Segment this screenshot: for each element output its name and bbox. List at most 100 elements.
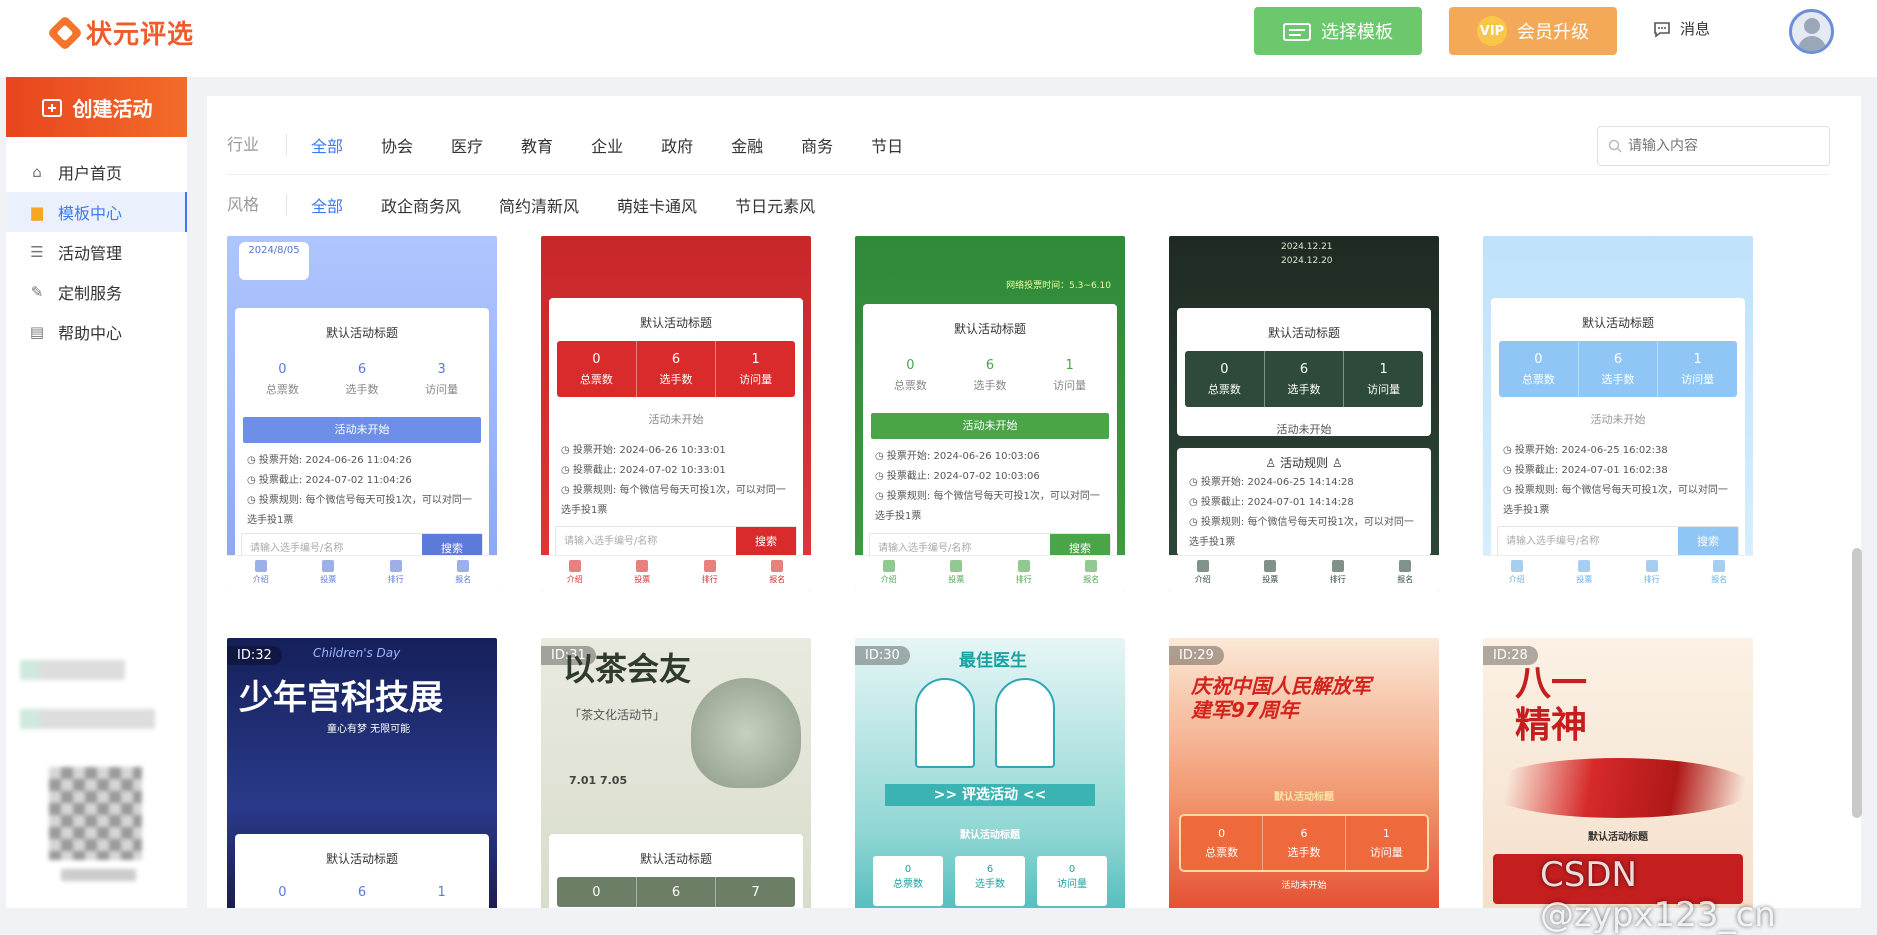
sidebar-nav: ⌂ 用户首页 ▆ 模板中心 ☰ 活动管理 ✎ 定制服务 ▤ 帮助中心 xyxy=(6,152,187,352)
activity-status: 活动未开始 xyxy=(243,417,481,443)
template-grid: 2024/8/05 默认活动标题 0 总票数 6 选手数 3 访问量 活动未开始 ◷ … xyxy=(227,236,1827,908)
template-card[interactable]: ID:32 Children's Day 少年宫科技展 童心有梦 无限可能 默认… xyxy=(227,638,497,908)
industry-option[interactable]: 全部 xyxy=(311,133,343,157)
card-body: 默认活动标题 0 总票数 6 选手数 1 访问量 活动未开始 xyxy=(1177,308,1431,436)
template-id-badge: ID:32 xyxy=(227,646,282,665)
template-card[interactable]: 2024.12.21 2024.12.20 默认活动标题 0 总票数 6 选手数 1访… xyxy=(1169,236,1439,591)
template-card[interactable]: 默认活动标题 0 总票数 6 选手数 1 访问量 活动未开始 ◷ 投票开始: 2024… xyxy=(541,236,811,591)
vote-info: ◷ 投票开始: 2024-06-26 10:03:06 ◷ 投票截止: 2024… xyxy=(875,451,1100,522)
sidebar-item-help[interactable]: ▤ 帮助中心 xyxy=(6,312,187,352)
top-header: 状元评选 选择模板 VIP 会员升级 消息 xyxy=(0,0,1877,77)
stats-row: 0 总票数 6 选手数 1 访问量 xyxy=(871,347,1109,403)
create-activity-label: 创建活动 xyxy=(72,96,153,121)
stats-row: 0 总票数 6 选手数 1 访问量 xyxy=(1185,351,1423,407)
poster-headline: 庆祝中国人民解放军建军97周年 xyxy=(1191,674,1371,722)
industry-option[interactable]: 教育 xyxy=(521,133,553,157)
teacup-illustration xyxy=(691,678,801,788)
industry-option[interactable]: 节日 xyxy=(871,133,903,157)
industry-option[interactable]: 企业 xyxy=(591,133,623,157)
messages-button[interactable]: 消息 xyxy=(1652,18,1710,39)
stat-votes: 0 xyxy=(278,361,287,377)
create-activity-button[interactable]: 创建活动 xyxy=(6,77,187,137)
player-search[interactable]: 请输入选手编号/名称 搜索 xyxy=(555,526,797,558)
logo-icon xyxy=(46,14,84,51)
sidebar-item-activity-manage[interactable]: ☰ 活动管理 xyxy=(6,232,187,272)
card-body: 默认活动标题 0 总票数 6 选手数 1 访问量 活动未开始 ◷ 投票开始: 2024… xyxy=(549,298,803,558)
stats-row: 0 总票数 6 选手数 1 访问量 xyxy=(1179,814,1429,872)
card-body: 默认活动标题 0 总票数 6 选手数 3 访问量 活动未开始 ◷ 投票开始: 2024… xyxy=(235,308,489,558)
industry-option[interactable]: 政府 xyxy=(661,133,693,157)
ribbon-decoration xyxy=(1483,758,1753,818)
style-filter: 风格 全部 政企商务风 简约清新风 萌娃卡通风 节日元素风 xyxy=(227,193,853,217)
search-input[interactable] xyxy=(1628,138,1808,154)
card-body: 默认活动标题 0 6 7 xyxy=(549,834,803,908)
doctor-illustration xyxy=(995,678,1055,768)
card-title: 默认活动标题 xyxy=(1274,792,1334,803)
user-avatar[interactable] xyxy=(1789,9,1834,54)
card-body: 默认活动标题 0 总票数 6 选手数 1 访问量 活动未开始 ◷ 投票开始: 2024… xyxy=(1491,298,1745,558)
industry-option[interactable]: 商务 xyxy=(801,133,833,157)
stat-players: 6 xyxy=(357,361,367,377)
poster-headline: 少年宫科技展 xyxy=(239,678,443,718)
card-title: 默认活动标题 xyxy=(1588,832,1648,843)
rank-icon xyxy=(389,560,402,572)
style-option[interactable]: 萌娃卡通风 xyxy=(617,193,697,217)
rules-box: ♙ 活动规则 ♙ ◷ 投票开始: 2024-06-25 14:14:28 ◷ 投… xyxy=(1177,448,1431,556)
logo-text: 状元评选 xyxy=(86,20,195,50)
style-option[interactable]: 全部 xyxy=(311,193,343,217)
search-icon xyxy=(1608,139,1622,153)
stat-label: 总票数 xyxy=(265,382,299,396)
industry-option[interactable]: 医疗 xyxy=(451,133,483,157)
sidebar-item-template-center[interactable]: ▆ 模板中心 xyxy=(6,192,187,232)
card-title: 默认活动标题 xyxy=(325,326,398,340)
template-icon xyxy=(1283,23,1311,41)
player-search-button[interactable]: 搜索 xyxy=(736,527,796,557)
sidebar-item-label: 用户首页 xyxy=(58,164,123,183)
rules-heading: ♙ 活动规则 ♙ xyxy=(1265,456,1343,470)
player-search-button[interactable]: 搜索 xyxy=(1678,527,1738,557)
poster-dates: 2024.12.21 2024.12.20 xyxy=(1281,242,1333,266)
stat-visits: 3 xyxy=(437,361,446,377)
template-card[interactable]: 2024/8/05 默认活动标题 0 总票数 6 选手数 3 访问量 活动未开始 ◷ … xyxy=(227,236,497,591)
style-option[interactable]: 节日元素风 xyxy=(735,193,815,217)
template-card[interactable]: 网络投票时间：5.3~6.10 默认活动标题 0 总票数 6 选手数 1 访问量 活动… xyxy=(855,236,1125,591)
select-template-button[interactable]: 选择模板 xyxy=(1254,7,1422,55)
activity-status: 活动未开始 xyxy=(648,413,704,426)
filter-divider xyxy=(227,174,1830,175)
stat-label: 选手数 xyxy=(345,382,379,396)
sidebar: 创建活动 ⌂ 用户首页 ▆ 模板中心 ☰ 活动管理 ✎ 定制服务 ▤ 帮助中心 xyxy=(6,77,187,908)
card-body: 默认活动标题 0 6 1 xyxy=(235,834,489,908)
template-panel: 行业 全部 协会 医疗 教育 企业 政府 金融 商务 节日 风格 全部 政企商务… xyxy=(207,96,1861,908)
sidebar-item-label: 定制服务 xyxy=(58,284,123,303)
poster-subtitle: 「茶文化活动节」 xyxy=(569,708,666,722)
template-card[interactable]: ID:31 以茶会友 「茶文化活动节」 7.01 7.05 默认活动标题 0 6… xyxy=(541,638,811,908)
sidebar-item-custom-service[interactable]: ✎ 定制服务 xyxy=(6,272,187,312)
blurred-contact-1 xyxy=(20,660,125,680)
doctor-illustration xyxy=(915,678,975,768)
template-search[interactable] xyxy=(1597,126,1830,166)
style-option[interactable]: 简约清新风 xyxy=(499,193,579,217)
poster-headline: 最佳医生 xyxy=(959,651,1027,671)
custom-service-icon: ✎ xyxy=(30,283,44,301)
vip-icon: VIP xyxy=(1477,16,1507,46)
signup-icon xyxy=(457,560,470,572)
template-card[interactable]: ID:30 最佳医生 >> 评选活动 << 默认活动标题 0 总票数 6 选手数 0… xyxy=(855,638,1125,908)
card-tabbar: 介绍 投票 排行 报名 xyxy=(541,555,811,591)
template-card[interactable]: ID:29 庆祝中国人民解放军建军97周年 默认活动标题 0 总票数 6 选手数 1… xyxy=(1169,638,1439,908)
poster-date: 7.01 7.05 xyxy=(569,774,628,787)
vote-info: ◷ 投票开始: 2024-06-26 10:33:01 ◷ 投票截止: 2024… xyxy=(561,445,786,516)
manage-icon: ☰ xyxy=(30,243,44,261)
template-card[interactable]: 默认活动标题 0 总票数 6 选手数 1 访问量 活动未开始 ◷ 投票开始: 2024… xyxy=(1483,236,1753,591)
page-scrollbar[interactable] xyxy=(1852,548,1862,818)
sidebar-item-home[interactable]: ⌂ 用户首页 xyxy=(6,152,187,192)
player-search[interactable]: 请输入选手编号/名称 搜索 xyxy=(1497,526,1739,558)
vip-upgrade-button[interactable]: VIP 会员升级 xyxy=(1449,7,1617,55)
style-option[interactable]: 政企商务风 xyxy=(381,193,461,217)
industry-option[interactable]: 金融 xyxy=(731,133,763,157)
stat-label: 访问量 xyxy=(425,382,459,396)
sidebar-item-label: 活动管理 xyxy=(58,244,123,263)
stats-row: 0 总票数 6 选手数 0 访问量 xyxy=(873,856,1107,906)
home-icon: ⌂ xyxy=(32,163,42,181)
industry-option[interactable]: 协会 xyxy=(381,133,413,157)
logo[interactable]: 状元评选 xyxy=(46,14,195,51)
